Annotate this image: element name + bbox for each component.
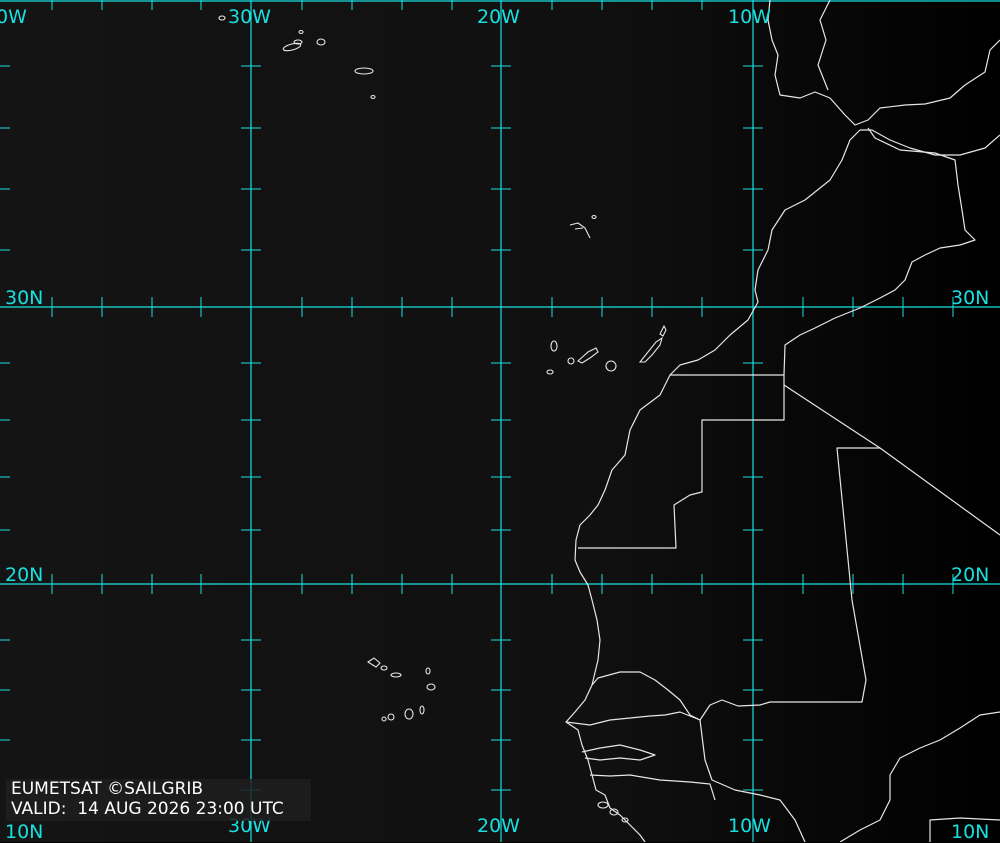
label-top-30w: 30W [228,6,271,28]
label-left-30n: 30N [5,287,44,309]
image-caption: EUMETSAT ©SAILGRIB VALID: 14 AUG 2026 23… [6,779,311,821]
map-background [0,0,1000,842]
label-corner-top-left: 0W [0,6,27,28]
label-bottom-20w: 20W [477,815,520,837]
label-bottom-10w: 10W [728,815,771,837]
label-top-20w: 20W [477,6,520,28]
label-corner-bottom-left: 10N [5,821,44,843]
caption-source: EUMETSAT ©SAILGRIB [11,779,204,799]
caption-valid-time: VALID: 14 AUG 2026 23:00 UTC [11,799,284,819]
satellite-map [0,0,1000,842]
label-right-30n: 30N [951,287,990,309]
label-top-10w: 10W [728,6,771,28]
label-left-20n: 20N [5,564,44,586]
label-right-20n: 20N [951,564,990,586]
label-corner-bottom-right: 10N [951,821,990,843]
